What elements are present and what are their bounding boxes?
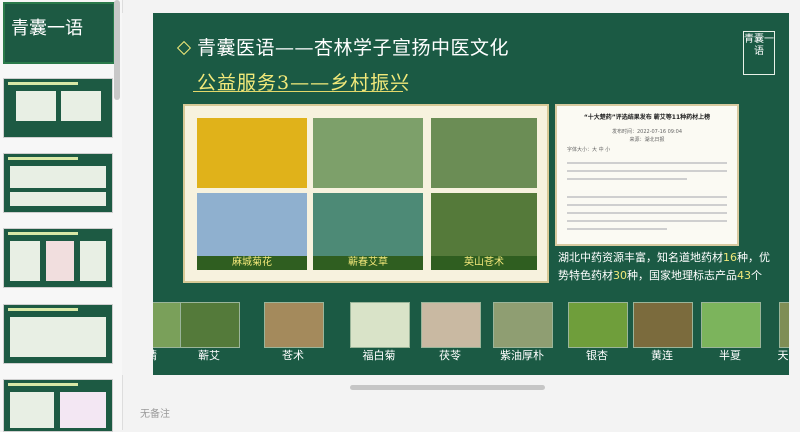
photo-field-group (431, 118, 537, 188)
herb-image (779, 302, 789, 348)
slide-thumbnail-panel: 青囊一语 (0, 0, 123, 432)
herb-label: 半夏 (719, 349, 741, 362)
herb-label: 苍术 (282, 349, 304, 362)
herb-image (153, 302, 183, 348)
herb-image (493, 302, 553, 348)
slide-thumbnail-4[interactable] (3, 228, 113, 288)
herb-image (264, 302, 324, 348)
herb-label: 茯苓 (439, 349, 461, 362)
herb-image (350, 302, 410, 348)
news-headline: “十大楚药”评选结果发布 蕲艾等11种药材上榜 (583, 114, 711, 121)
news-source: 来源：湖北日报 (629, 137, 665, 143)
photo-collage: 麻城菊花 蕲春艾草 英山苍术 (183, 104, 549, 283)
slide-thumbnail-5[interactable] (3, 304, 113, 364)
photo-yingshan-atractylodes: 英山苍术 (431, 193, 537, 270)
notes-placeholder[interactable]: 无备注 (140, 405, 170, 420)
news-clipping: “十大楚药”评选结果发布 蕲艾等11种药材上榜 发布时间：2022-07-16 … (555, 104, 739, 246)
photo-chrysanthemum (197, 118, 307, 188)
news-font-size: 字体大小：大 中 小 (567, 147, 611, 153)
herb-image (421, 302, 481, 348)
photo-qichun-mugwort: 蕲春艾草 (313, 193, 423, 270)
slide-thumbnail-3[interactable] (3, 153, 113, 213)
herb-image (701, 302, 761, 348)
thumbnail-scrollbar[interactable] (114, 0, 120, 100)
slide-thumbnail-1[interactable]: 青囊一语 (3, 2, 115, 64)
photo-caption: 英山苍术 (431, 256, 537, 270)
thumbnail-title: 青囊一语 (11, 18, 83, 39)
horizontal-scrollbar[interactable] (350, 385, 545, 390)
photo-group-banner (313, 118, 423, 188)
slide-title: 青囊医语——杏林学子宣扬中医文化 (197, 37, 510, 59)
logo: 青囊一语 (743, 31, 775, 75)
slide-thumbnail-6[interactable] (3, 379, 113, 432)
herb-image (180, 302, 240, 348)
description-text: 湖北中药资源丰富，知名道地药材16种，优势特色药材30种，国家地理标志产品43个 (558, 251, 770, 282)
previous-slide-edge (122, 13, 153, 375)
herb-label: 福白菊 (362, 349, 396, 362)
slide-thumbnail-2[interactable] (3, 78, 113, 138)
herb-label: 天 (777, 349, 789, 362)
photo-macheng-chrysanthemum: 麻城菊花 (197, 193, 307, 270)
herb-label: 黄连 (651, 349, 673, 362)
news-date: 发布时间：2022-07-16 09:04 (611, 129, 683, 135)
slide-subtitle: 公益服务3——乡村振兴 (197, 72, 411, 94)
herb-label: 银杏 (586, 349, 608, 362)
herb-label: 紫油厚朴 (500, 349, 544, 362)
photo-caption: 麻城菊花 (197, 256, 307, 270)
photo-caption: 蕲春艾草 (313, 256, 423, 270)
herb-image (633, 302, 693, 348)
slide-canvas[interactable]: 青囊医语——杏林学子宣扬中医文化 公益服务3——乡村振兴 青囊一语 麻城菊花 蕲… (153, 13, 789, 375)
diamond-ornament-icon (176, 40, 192, 56)
herb-image (568, 302, 628, 348)
herb-label: 蕲艾 (198, 349, 220, 362)
